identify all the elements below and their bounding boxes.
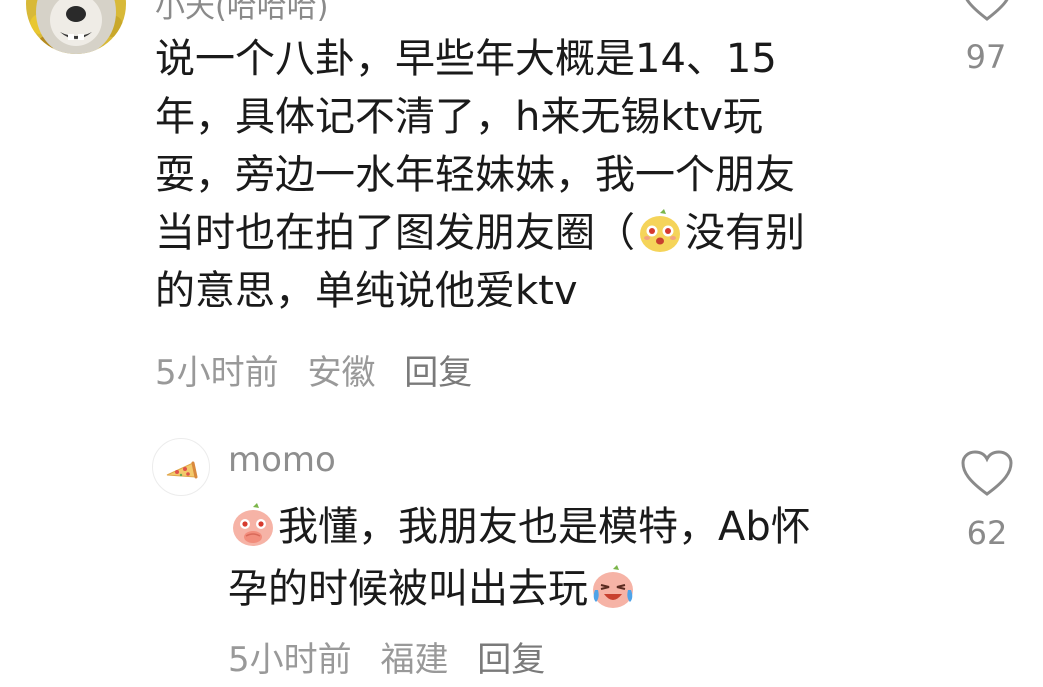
surprised-blob-emoji xyxy=(640,209,680,252)
comment-line: 耍，旁边一水年轻妹妹，我一个朋友 xyxy=(155,152,795,198)
reply-line-part: 孕的时候被叫出去玩 xyxy=(228,566,588,612)
laughing-tears-blob-emoji xyxy=(593,565,633,608)
comment-location: 安徽 xyxy=(307,353,376,393)
heart-icon[interactable] xyxy=(962,0,1012,22)
comment-time: 5小时前 xyxy=(155,353,279,393)
reply-line-part: 我懂，我朋友也是模特，Ab怀 xyxy=(278,504,811,550)
pizza-avatar-icon xyxy=(166,461,198,479)
reply-body: 我懂，我朋友也是模特，Ab怀 孕的时候被叫出去玩 xyxy=(228,496,928,620)
comment-line-part: 没有别 xyxy=(685,210,805,256)
reply-button[interactable]: 回复 xyxy=(477,640,545,680)
comment-body: 说一个八卦，早些年大概是14、15 年，具体记不清了，h来无锡ktv玩 耍，旁边… xyxy=(155,30,915,320)
reply-button[interactable]: 回复 xyxy=(404,353,472,393)
dog-avatar-icon xyxy=(26,0,126,54)
reply-location: 福建 xyxy=(380,640,449,680)
reply-username[interactable]: momo xyxy=(228,440,336,480)
reply-line: 我懂，我朋友也是模特，Ab怀 xyxy=(228,496,928,558)
covering-mouth-blob-emoji xyxy=(233,503,273,546)
reply-line: 孕的时候被叫出去玩 xyxy=(228,558,928,620)
comment-line-part: 当时也在拍了图发朋友圈（ xyxy=(155,210,635,256)
comment-line: 说一个八卦，早些年大概是14、15 xyxy=(155,36,777,82)
reply-time: 5小时前 xyxy=(228,640,352,680)
comment-meta: 5小时前 安徽 回复 xyxy=(155,345,490,394)
comment-line: 的意思，单纯说他爱ktv xyxy=(155,268,578,314)
like-count: 62 xyxy=(966,514,1008,552)
reply-meta: 5小时前 福建 回复 xyxy=(228,632,563,681)
heart-icon[interactable] xyxy=(960,450,1014,498)
comment-username[interactable]: 小天(哈哈哈) xyxy=(155,0,328,26)
comment-line: 当时也在拍了图发朋友圈（ 没有别 xyxy=(155,204,915,262)
comment-line: 年，具体记不清了，h来无锡ktv玩 xyxy=(155,94,763,140)
user-avatar[interactable] xyxy=(26,0,126,54)
like-count: 97 xyxy=(965,38,1007,76)
reply-avatar[interactable] xyxy=(152,438,210,496)
